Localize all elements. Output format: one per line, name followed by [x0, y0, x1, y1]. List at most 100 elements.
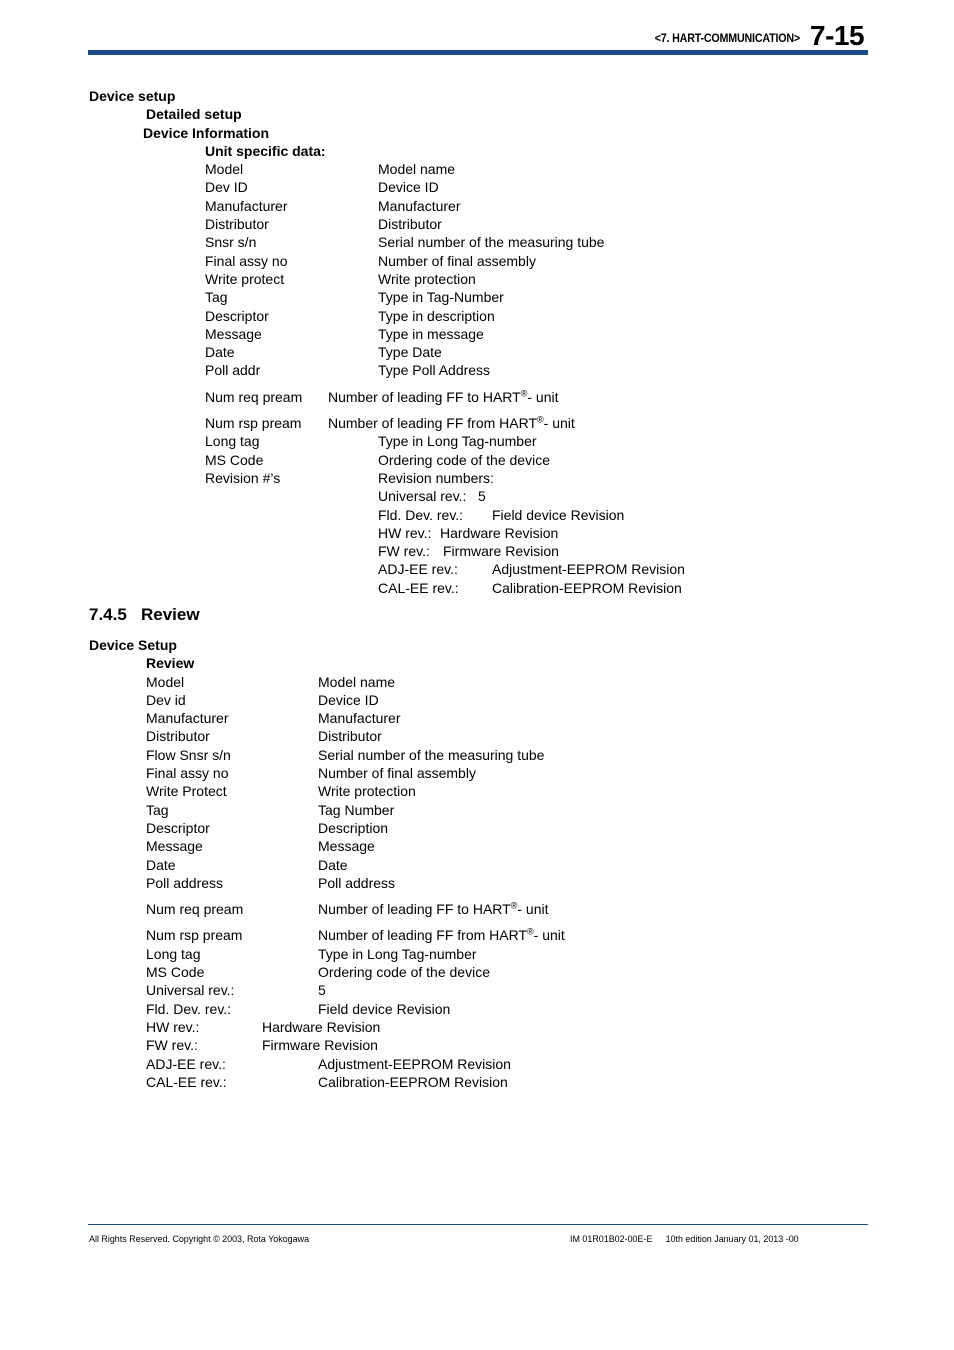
device-setup-param-desc: Distributor	[378, 216, 442, 233]
review-param-row: MS Code Ordering code of the device	[0, 964, 954, 982]
device-setup-revision-label: FW rev.:	[378, 543, 430, 560]
device-setup-parameter-list: Model Model name Dev ID Device ID Manufactur…	[0, 161, 954, 381]
device-setup-param-row: Manufacturer Manufacturer	[0, 198, 954, 216]
review-num-rsp-pream-desc-before: Number of leading FF from HART	[318, 927, 528, 944]
review-param-row: Tag Tag Number	[0, 802, 954, 820]
review-param-label: Final assy no	[146, 765, 229, 782]
header-rule	[88, 50, 868, 55]
device-setup-param-desc: Manufacturer	[378, 197, 461, 214]
device-setup-param-desc: Device ID	[378, 179, 439, 196]
device-setup-param-row: Long tag Type in Long Tag-number	[0, 433, 954, 451]
device-setup-param-label: Long tag	[205, 433, 260, 450]
review-param-row: Long tag Type in Long Tag-number	[0, 946, 954, 964]
device-setup-param-label: Date	[205, 344, 235, 361]
review-device-setup-title: Device Setup	[89, 637, 177, 653]
device-setup-param-label: Model	[205, 161, 244, 178]
footer-copyright: All Rights Reserved. Copyright © 2003, R…	[89, 1234, 310, 1245]
review-param-label: ADJ-EE rev.:	[146, 1055, 226, 1072]
review-param-desc: Poll address	[318, 874, 396, 891]
device-setup-revision-desc: Calibration-EEPROM Revision	[492, 579, 682, 596]
review-param-label: FW rev.:	[146, 1037, 198, 1054]
review-device-setup-title-line: Device Setup	[0, 637, 954, 655]
review-param-desc: Device ID	[318, 691, 379, 708]
review-param-label: Universal rev.:	[146, 982, 235, 999]
page-header: <7. HART-COMMUNICATION> 7-15	[0, 0, 954, 70]
review-param-label: Fld. Dev. rev.:	[146, 1000, 232, 1017]
review-param-desc: Description	[318, 819, 389, 836]
device-setup-section: Device setup Detailed setup Device Infor…	[0, 88, 954, 598]
device-setup-param-row: Dev ID Device ID	[0, 179, 954, 197]
device-setup-title: Device setup	[89, 88, 176, 104]
device-setup-revision-desc: Adjustment-EEPROM Revision	[492, 561, 685, 578]
review-param-row: FW rev.: Firmware Revision	[0, 1037, 954, 1055]
device-setup-param-label: Snsr s/n	[205, 234, 257, 251]
review-param-desc: Write protection	[318, 783, 416, 800]
device-setup-param-label: Dev ID	[205, 179, 248, 196]
review-param-row: CAL-EE rev.: Calibration-EEPROM Revision	[0, 1074, 954, 1092]
unit-specific-data-title-line: Unit specific data:	[0, 143, 954, 161]
review-param-desc: Distributor	[318, 728, 382, 745]
device-setup-revision-row: Fld. Dev. rev.: Field device Revision	[0, 507, 954, 525]
device-information-title: Device Information	[143, 124, 270, 141]
device-setup-revision-label: ADJ-EE rev.:	[378, 561, 458, 578]
device-setup-param-desc: Serial number of the measuring tube	[378, 234, 605, 251]
review-param-label: Message	[146, 838, 203, 855]
review-param-label: HW rev.:	[146, 1018, 200, 1035]
review-param-label: Tag	[146, 801, 169, 818]
device-setup-param-desc: Type in Long Tag-number	[378, 433, 537, 450]
section-heading-745: 7.4.5 Review	[89, 605, 200, 625]
device-setup-param-row: Model Model name	[0, 161, 954, 179]
review-param-desc: Type in Long Tag-number	[318, 945, 477, 962]
review-param-label: Manufacturer	[146, 710, 229, 727]
registered-mark-icon: ®	[527, 926, 534, 937]
review-param-label: Poll address	[146, 874, 224, 891]
review-param-desc: Serial number of the measuring tube	[318, 746, 545, 763]
device-setup-param-desc: Type in message	[378, 325, 484, 342]
device-setup-revision-list: Universal rev.: 5 Fld. Dev. rev.: Field dev…	[0, 488, 954, 598]
review-param-label: Date	[146, 856, 176, 873]
device-setup-revision-row: CAL-EE rev.: Calibration-EEPROM Revision	[0, 580, 954, 598]
review-num-req-pream-desc-after: - unit	[517, 901, 549, 918]
device-setup-param-label: Message	[205, 325, 262, 342]
device-setup-param-label: Tag	[205, 289, 228, 306]
num-rsp-pream-label: Num rsp pream	[205, 415, 302, 432]
review-section: Device Setup Review Model Model name Dev i…	[0, 637, 954, 1092]
review-param-desc: 5	[318, 982, 326, 999]
review-param-row: Message Message	[0, 838, 954, 856]
device-setup-revision-label: Fld. Dev. rev.:	[378, 506, 464, 523]
review-param-row: Model Model name	[0, 674, 954, 692]
num-rsp-pream-desc-after: - unit	[543, 415, 575, 432]
device-setup-revision-label: HW rev.:	[378, 524, 432, 541]
review-param-desc: Calibration-EEPROM Revision	[318, 1073, 508, 1090]
device-setup-param-label: Poll addr	[205, 362, 261, 379]
device-setup-param-label: Final assy no	[205, 252, 288, 269]
review-param-row: Final assy no Number of final assembly	[0, 765, 954, 783]
num-rsp-pream-desc: Number of leading FF from HART®- unit	[328, 415, 575, 431]
review-num-rsp-pream-label: Num rsp pream	[146, 927, 243, 944]
device-setup-param-row: Date Type Date	[0, 344, 954, 362]
review-param-row: Poll address Poll address	[0, 875, 954, 893]
device-setup-param-row: Message Type in message	[0, 326, 954, 344]
review-param-label: Descriptor	[146, 819, 210, 836]
detailed-setup-title: Detailed setup	[146, 106, 242, 123]
review-param-desc: Number of final assembly	[318, 765, 476, 782]
device-setup-param-row: Snsr s/n Serial number of the measuring t…	[0, 234, 954, 252]
device-setup-revision-desc: 5	[478, 488, 486, 505]
review-param-desc: Hardware Revision	[262, 1018, 381, 1035]
review-param-desc: Model name	[318, 673, 396, 690]
device-setup-param-desc: Model name	[378, 161, 456, 178]
device-setup-revision-desc: Field device Revision	[492, 506, 625, 523]
review-num-rsp-pream-desc: Number of leading FF from HART®- unit	[318, 927, 565, 943]
review-param-label: Write Protect	[146, 783, 227, 800]
device-setup-revision-row: ADJ-EE rev.: Adjustment-EEPROM Revision	[0, 561, 954, 579]
review-param-label: Dev id	[146, 691, 186, 708]
review-param-label: CAL-EE rev.:	[146, 1073, 227, 1090]
review-param-desc: Firmware Revision	[262, 1037, 378, 1054]
device-setup-param-label: Write protect	[205, 270, 285, 287]
review-param-label: Distributor	[146, 728, 210, 745]
device-setup-param-row: Descriptor Type in description	[0, 308, 954, 326]
device-setup-param-label: Manufacturer	[205, 197, 288, 214]
num-req-pream-label: Num req pream	[205, 388, 303, 405]
review-param-row: Distributor Distributor	[0, 728, 954, 746]
review-subtitle-line: Review	[0, 655, 954, 673]
